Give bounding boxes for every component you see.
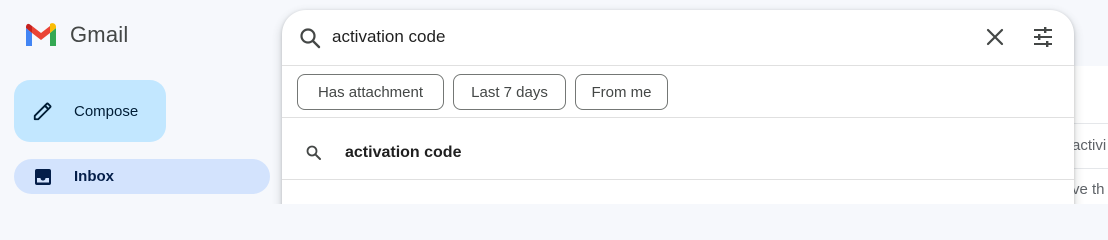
- sidebar-item-inbox[interactable]: Inbox: [14, 159, 270, 194]
- gmail-m-icon: [26, 23, 56, 46]
- gmail-window: Gmail Compose Inbox activi ve th activat…: [0, 0, 1108, 204]
- search-input[interactable]: [332, 24, 952, 50]
- pencil-icon: [33, 102, 52, 121]
- app-name: Gmail: [70, 22, 129, 47]
- sidebar-item-label: Inbox: [74, 168, 114, 185]
- chip-has-attachment[interactable]: Has attachment: [297, 74, 444, 110]
- search-suggestion[interactable]: activation code: [282, 118, 1074, 180]
- search-icon: [305, 144, 323, 162]
- tune-icon: [1034, 27, 1052, 47]
- close-icon: [986, 28, 1004, 46]
- search-icon[interactable]: [298, 26, 322, 50]
- mail-snippet-peek: ve th: [1072, 181, 1105, 198]
- inbox-icon: [35, 168, 51, 185]
- gmail-logo[interactable]: Gmail: [24, 22, 128, 48]
- mail-subject-peek: activi: [1072, 137, 1107, 154]
- suggestion-label: activation code: [345, 144, 462, 161]
- search-bar: [282, 10, 1074, 66]
- search-options-button[interactable]: [1030, 24, 1056, 50]
- clear-search-button[interactable]: [982, 24, 1008, 50]
- chip-from-me[interactable]: From me: [575, 74, 668, 110]
- search-chips: Has attachment Last 7 days From me: [282, 66, 1074, 118]
- compose-label: Compose: [74, 102, 139, 120]
- search-dropdown: Has attachment Last 7 days From me activ…: [282, 10, 1074, 204]
- chip-last-7-days[interactable]: Last 7 days: [453, 74, 566, 110]
- compose-button[interactable]: Compose: [14, 80, 166, 142]
